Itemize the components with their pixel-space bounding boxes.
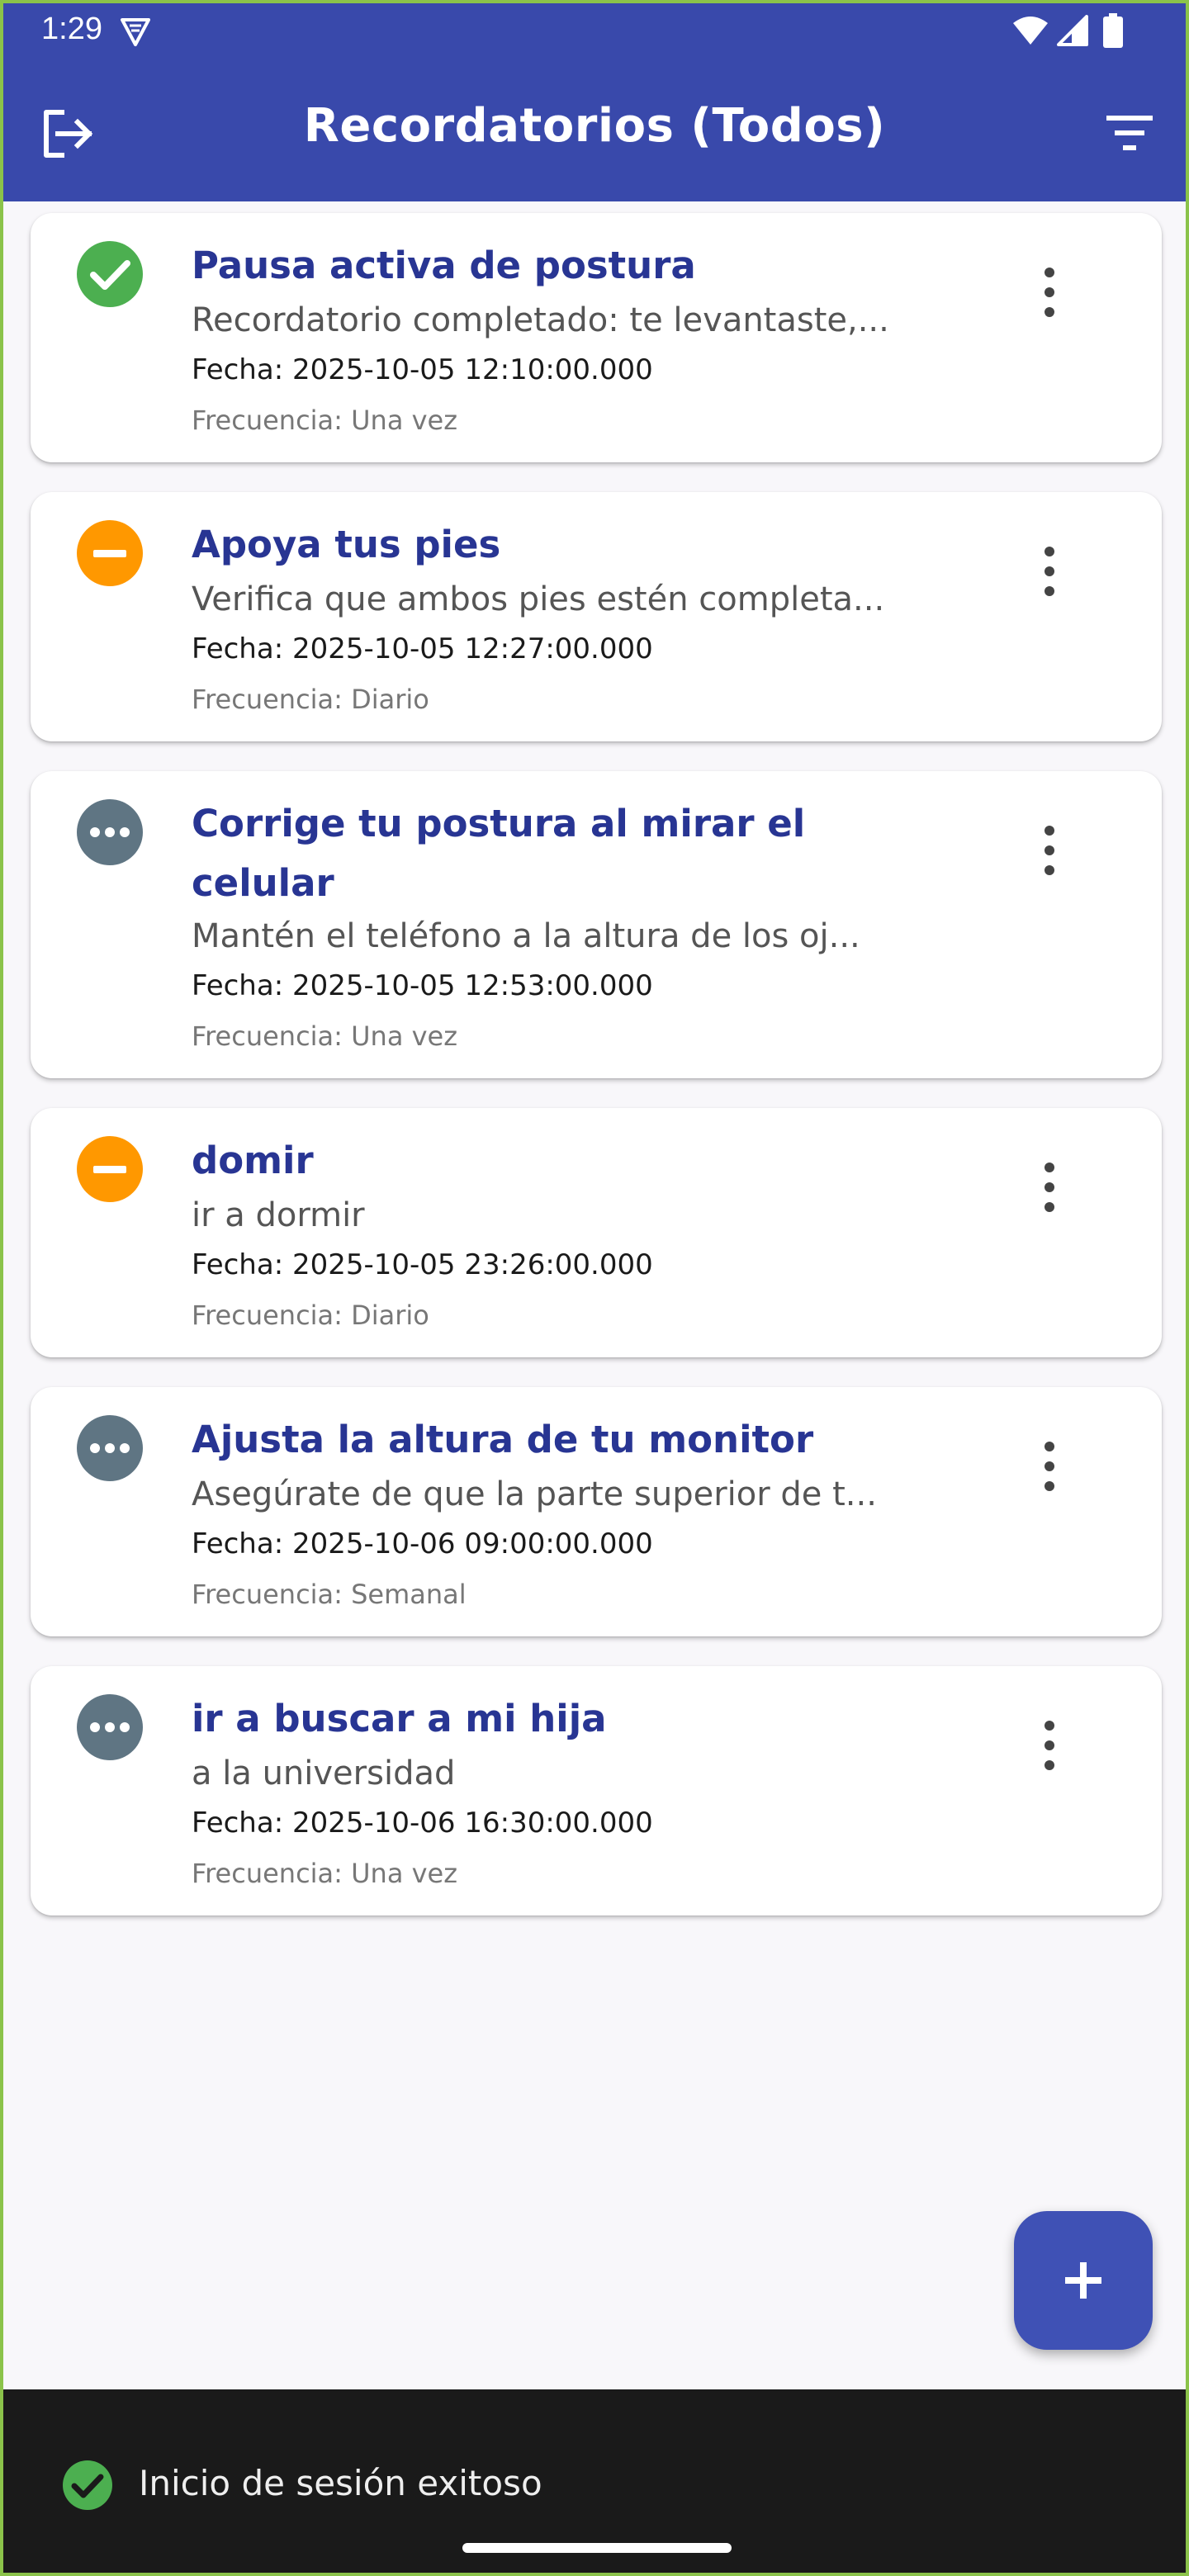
status-time: 1:29 [41,12,102,46]
reminder-card[interactable]: ir a buscar a mi hija a la universidad F… [31,1666,1162,1915]
more-options-icon[interactable] [1030,263,1069,322]
reminder-card[interactable]: Corrige tu postura al mirar el celular M… [31,771,1162,1078]
reminder-date: Fecha: 2025-10-05 12:53:00.000 [192,969,653,1002]
reminder-frequency: Frecuencia: Diario [192,684,429,715]
app-bar: Recordatorios (Todos) [3,56,1186,201]
filter-icon[interactable] [1105,112,1154,154]
reminder-frequency: Frecuencia: Una vez [192,405,458,436]
more-options-icon[interactable] [1030,1158,1069,1217]
screen: 1:29 Recordatorios (Todos) Pausa activa … [3,3,1186,2573]
wifi-icon [1013,17,1048,45]
reminder-date: Fecha: 2025-10-06 16:30:00.000 [192,1807,653,1840]
snackbar: Inicio de sesión exitoso [3,2389,1186,2573]
reminder-description: Recordatorio completado: te levantaste,.… [192,301,889,339]
check-circle-icon [77,241,143,307]
navigation-handle[interactable] [462,2543,732,2553]
check-circle-icon [63,2460,112,2510]
minus-circle-icon [77,520,143,586]
reminder-card[interactable]: Pausa activa de postura Recordatorio com… [31,213,1162,462]
more-horiz-circle-icon [77,1694,143,1760]
reminder-title: Pausa activa de postura [192,244,696,287]
status-bar: 1:29 [3,3,1186,56]
reminder-title: ir a buscar a mi hija [192,1697,607,1740]
reminder-description: Verifica que ambos pies estén completa..… [192,580,885,618]
more-horiz-circle-icon [77,1415,143,1481]
reminder-card[interactable]: Apoya tus pies Verifica que ambos pies e… [31,492,1162,741]
reminder-frequency: Frecuencia: Una vez [192,1858,458,1889]
reminder-description: a la universidad [192,1754,456,1792]
cell-signal-icon [1057,15,1088,46]
reminder-frequency: Frecuencia: Una vez [192,1020,458,1052]
add-reminder-button[interactable] [1014,2211,1153,2350]
more-horiz-circle-icon [77,799,143,865]
reminder-description: Asegúrate de que la parte superior de t.… [192,1475,877,1513]
reminder-date: Fecha: 2025-10-05 23:26:00.000 [192,1248,653,1281]
page-title: Recordatorios (Todos) [303,99,886,153]
reminder-title: Ajusta la altura de tu monitor [192,1418,814,1461]
reminder-frequency: Frecuencia: Semanal [192,1579,467,1610]
reminder-frequency: Frecuencia: Diario [192,1300,429,1331]
more-options-icon[interactable] [1030,1716,1069,1775]
plus-icon [1065,2262,1101,2299]
battery-icon [1103,13,1123,48]
reminder-card[interactable]: domir ir a dormir Fecha: 2025-10-05 23:2… [31,1108,1162,1357]
snackbar-message: Inicio de sesión exitoso [139,2463,542,2503]
reminder-description: ir a dormir [192,1196,365,1234]
reminder-title: Apoya tus pies [192,523,501,566]
more-options-icon[interactable] [1030,542,1069,601]
reminder-card[interactable]: Ajusta la altura de tu monitor Asegúrate… [31,1387,1162,1636]
reminder-title: domir [192,1139,314,1182]
reminder-date: Fecha: 2025-10-06 09:00:00.000 [192,1527,653,1560]
reminder-title: Corrige tu postura al mirar el celular [192,802,806,905]
reminder-date: Fecha: 2025-10-05 12:10:00.000 [192,353,653,386]
more-options-icon[interactable] [1030,1437,1069,1496]
reminder-description: Mantén el teléfono a la altura de los oj… [192,917,860,955]
app-notification-icon [121,18,150,46]
more-options-icon[interactable] [1030,821,1069,880]
minus-circle-icon [77,1136,143,1202]
reminder-date: Fecha: 2025-10-05 12:27:00.000 [192,632,653,665]
